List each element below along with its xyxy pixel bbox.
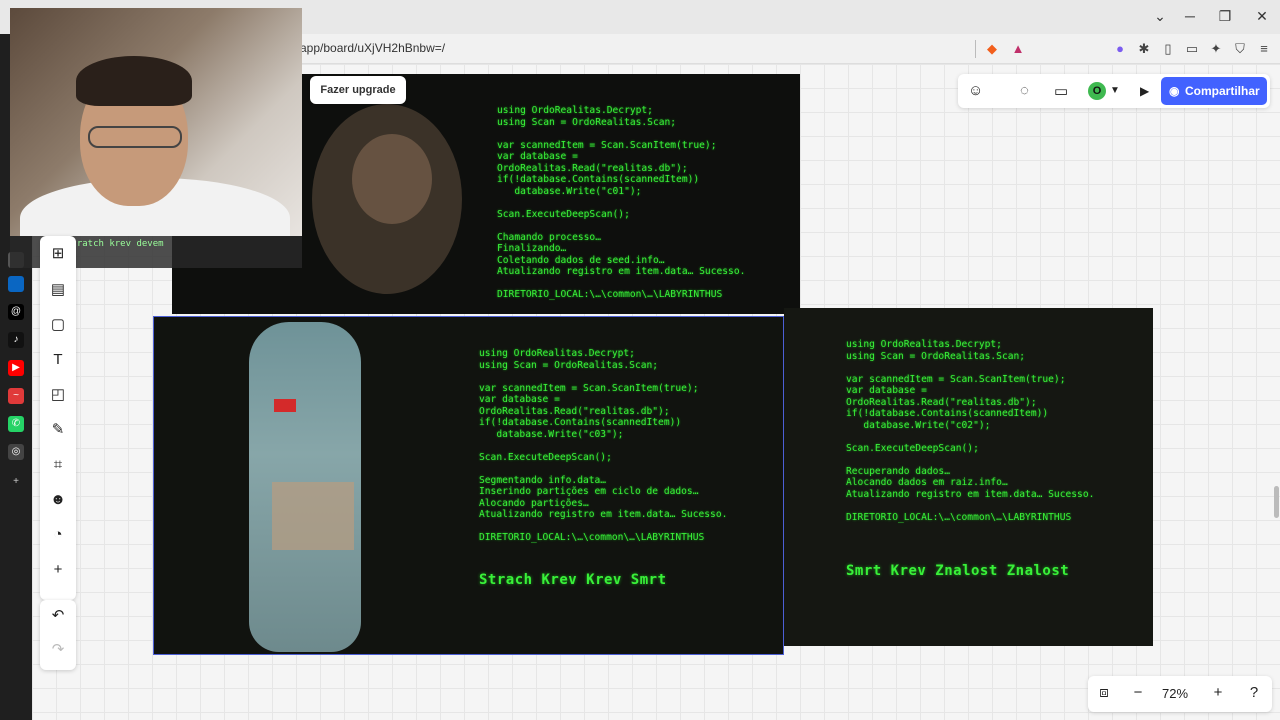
tab-list-dropdown-icon[interactable]: ⌄ [1150, 8, 1170, 25]
chevron-down-icon[interactable]: ▼ [1110, 85, 1120, 96]
sticky-note-icon[interactable]: ▢ [48, 315, 68, 335]
board-toolbar: ⊞ ▤ ▢ T ◰ ✎ ⌗ ☻ ◔ + [40, 236, 76, 600]
share-button[interactable]: ◉ Compartilhar [1161, 77, 1267, 105]
comment-icon[interactable]: ◔ [48, 525, 68, 545]
layout-icon[interactable]: ▤ [48, 280, 68, 300]
app-icon-2[interactable] [8, 276, 24, 292]
board-image-c02[interactable]: using OrdoRealitas.Decrypt; using Scan =… [784, 308, 1153, 646]
pen-icon[interactable]: ✎ [48, 420, 68, 440]
close-window-button[interactable]: ✕ [1252, 8, 1272, 25]
upgrade-button[interactable]: Fazer upgrade [310, 76, 406, 104]
board-top-right-controls: ☺ ◌ ▭ O ▼ ▶ ◉ Compartilhar [958, 74, 1270, 108]
brave-rewards-icon[interactable]: ▲ [1010, 41, 1026, 57]
shapes-icon[interactable]: ◰ [48, 385, 68, 405]
redo-icon[interactable]: ↷ [48, 640, 68, 660]
code-block-c03: using OrdoRealitas.Decrypt; using Scan =… [479, 348, 728, 543]
zoom-in-button[interactable]: + [1208, 684, 1228, 701]
chat-message: scratch krev devem [66, 239, 164, 249]
code-block-c01: using OrdoRealitas.Decrypt; using Scan =… [497, 105, 746, 300]
streamer-glasses [88, 126, 182, 148]
chatgpt-icon[interactable]: ◎ [8, 444, 24, 460]
whatsapp-icon[interactable]: ✆ [8, 416, 24, 432]
chat-icon[interactable]: ◌ [1020, 82, 1029, 99]
globe-icon: ◉ [1169, 84, 1180, 98]
code-block-c02: using OrdoRealitas.Decrypt; using Scan =… [846, 339, 1095, 523]
address-separator [975, 40, 976, 58]
undo-redo-panel: ↶ ↷ [40, 600, 76, 670]
headline-c03: Strach Krev Krev Smrt [479, 572, 667, 588]
restore-button[interactable]: ❐ [1215, 8, 1235, 25]
add-app-icon[interactable]: + [8, 474, 24, 490]
video-icon[interactable]: ▭ [1054, 82, 1068, 100]
share-label: Compartilhar [1185, 84, 1260, 98]
skull-highlight [352, 134, 432, 224]
add-tool-icon[interactable]: + [48, 560, 68, 580]
undo-icon[interactable]: ↶ [48, 606, 68, 626]
fit-to-screen-icon[interactable]: ⧈ [1094, 684, 1114, 701]
menu-icon[interactable]: ≡ [1256, 41, 1272, 57]
youtube-icon[interactable]: ▶ [8, 360, 24, 376]
threads-icon[interactable]: @ [8, 304, 24, 320]
board-image-c03[interactable]: using OrdoRealitas.Decrypt; using Scan =… [153, 316, 784, 655]
vertical-scrollbar[interactable] [1274, 486, 1279, 518]
streamer-hair [76, 56, 192, 106]
headline-c02: Smrt Krev Znalost Znalost [846, 563, 1070, 579]
activity-icon[interactable]: ~ [8, 388, 24, 404]
avatar[interactable]: O [1088, 82, 1106, 100]
text-tool-icon[interactable]: T [48, 350, 68, 370]
zoom-out-button[interactable]: − [1128, 684, 1148, 701]
minimize-button[interactable]: ─ [1180, 8, 1200, 24]
tiktok-icon[interactable]: ♪ [8, 332, 24, 348]
wallet-icon[interactable]: ▭ [1184, 41, 1200, 57]
sidebar-toggle-icon[interactable]: ▯ [1160, 41, 1176, 57]
extension-drop-icon[interactable]: ● [1112, 41, 1128, 57]
present-play-icon[interactable]: ▶ [1140, 84, 1149, 98]
webcam-overlay [10, 8, 302, 236]
zoom-controls: ⧈ − 72% + ? [1088, 676, 1272, 712]
reactions-icon[interactable]: ☺ [968, 82, 983, 99]
frame-icon[interactable]: ⌗ [48, 455, 68, 475]
vpn-shield-icon[interactable]: ⛉ [1232, 41, 1248, 57]
zoom-level[interactable]: 72% [1162, 686, 1188, 701]
extensions-icon[interactable]: ✱ [1136, 41, 1152, 57]
figure-band [272, 482, 354, 550]
leo-ai-icon[interactable]: ✦ [1208, 41, 1224, 57]
brave-shield-icon[interactable]: ◆ [984, 41, 1000, 57]
emoji-icon[interactable]: ☻ [48, 490, 68, 510]
red-mark [274, 399, 296, 412]
help-icon[interactable]: ? [1244, 684, 1264, 701]
url-text[interactable]: app/board/uXjVH2hBnbw=/ [300, 41, 445, 55]
templates-icon[interactable]: ⊞ [48, 244, 68, 264]
